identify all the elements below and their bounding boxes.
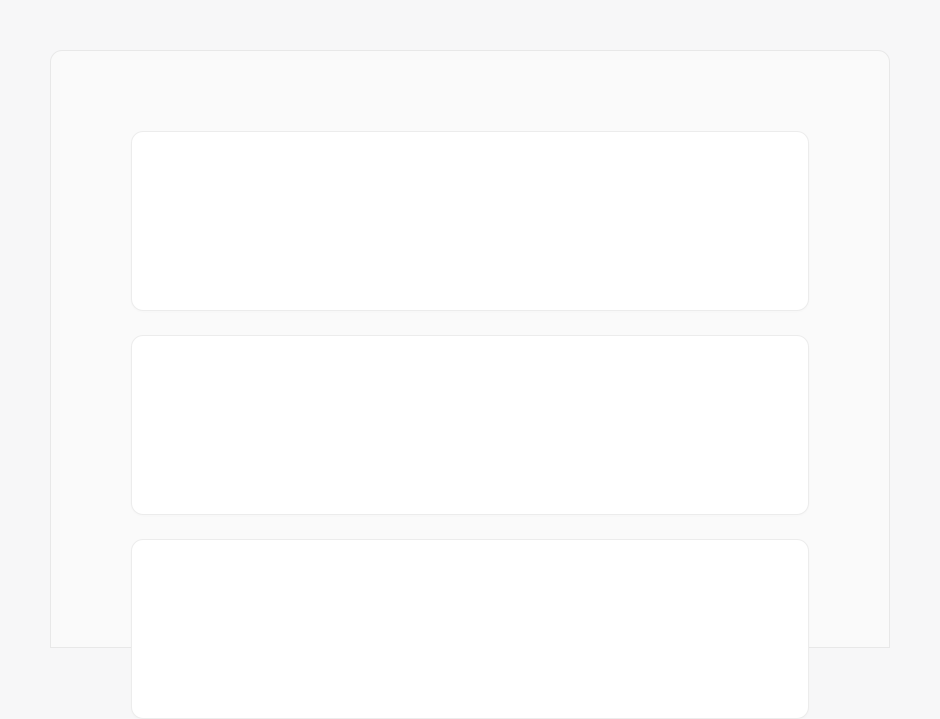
- card-2: [131, 335, 809, 515]
- card-1: [131, 131, 809, 311]
- card-3: [131, 539, 809, 719]
- outer-panel: [50, 50, 890, 648]
- cards-list: [131, 131, 809, 719]
